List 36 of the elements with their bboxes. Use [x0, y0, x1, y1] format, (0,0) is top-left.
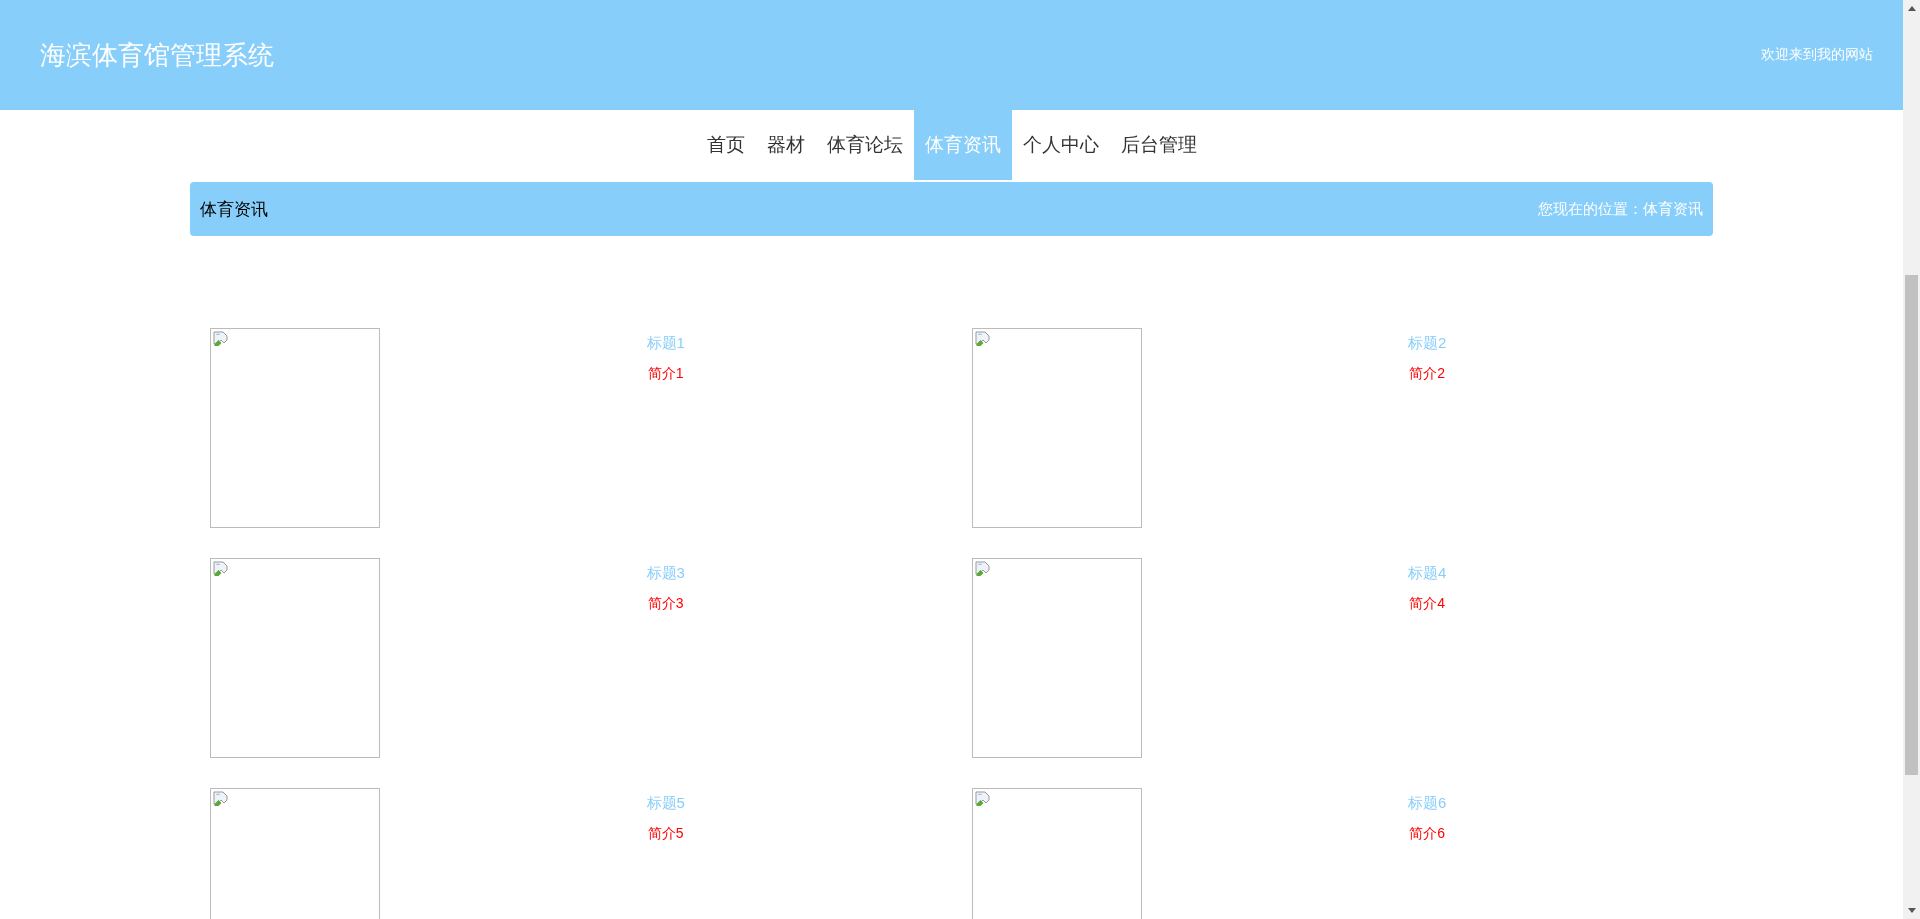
image-frame[interactable] — [210, 328, 380, 528]
image-frame[interactable] — [210, 558, 380, 758]
scrollbar-thumb[interactable] — [1905, 275, 1918, 775]
broken-image-icon — [974, 791, 991, 807]
section-title: 体育资讯 — [200, 198, 268, 221]
image-frame[interactable] — [971, 328, 1142, 528]
broken-image-icon — [213, 331, 229, 347]
news-title-link[interactable]: 标题2 — [1408, 334, 1447, 353]
nav-tab[interactable]: 体育论坛 — [815, 110, 914, 180]
site-title: 海滨体育馆管理系统 — [40, 38, 274, 72]
scrollbar[interactable] — [1903, 0, 1920, 919]
image-frame[interactable] — [971, 558, 1142, 758]
news-summary: 简介1 — [647, 365, 684, 383]
news-title-link[interactable]: 标题3 — [646, 564, 685, 583]
news-title-link[interactable]: 标题5 — [646, 794, 685, 813]
nav-tab[interactable]: 后台管理 — [1109, 110, 1208, 180]
news-summary: 简介4 — [1409, 595, 1446, 613]
scroll-up-icon[interactable] — [1907, 6, 1916, 11]
broken-image-icon — [974, 561, 991, 577]
news-title-link[interactable]: 标题1 — [646, 334, 685, 353]
news-summary: 简介2 — [1409, 365, 1446, 383]
nav-tab[interactable]: 体育资讯 — [913, 110, 1012, 180]
broken-image-icon — [213, 561, 229, 577]
news-title-link[interactable]: 标题6 — [1408, 794, 1447, 813]
news-summary: 简介5 — [647, 825, 684, 843]
broken-image-icon — [213, 791, 229, 807]
broken-image-icon — [974, 331, 991, 347]
news-summary: 简介6 — [1409, 825, 1446, 843]
nav-tab[interactable]: 首页 — [695, 110, 756, 180]
location-text: 您现在的位置：体育资讯 — [1538, 199, 1703, 219]
nav-tab[interactable]: 个人中心 — [1011, 110, 1110, 180]
welcome-text: 欢迎来到我的网站 — [1761, 46, 1873, 64]
news-summary: 简介3 — [647, 595, 684, 613]
news-title-link[interactable]: 标题4 — [1408, 564, 1447, 583]
nav-tab[interactable]: 器材 — [755, 110, 816, 180]
scroll-down-icon[interactable] — [1907, 908, 1916, 913]
